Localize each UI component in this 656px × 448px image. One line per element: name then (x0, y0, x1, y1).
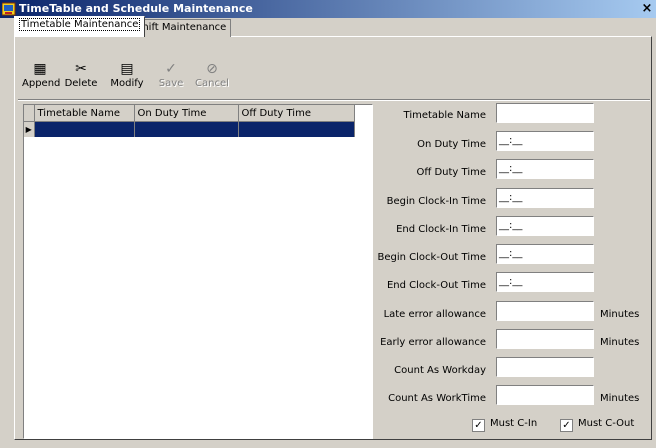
window-title: TimeTable and Schedule Maintenance (19, 2, 253, 15)
must-cout-label: Must C-Out (578, 418, 635, 429)
append-label: Append (22, 78, 61, 89)
must-cin-label: Must C-In (490, 418, 538, 429)
end-clock-in-field[interactable]: __:__ (496, 216, 594, 236)
label-begin-clock-out: Begin Clock-Out Time (377, 252, 487, 263)
save-checkmark-icon: ✓ (165, 61, 177, 77)
tab-label: Shift Maintenance (136, 22, 227, 33)
units-early-allowance: Minutes (600, 337, 640, 348)
grid-header-row: Timetable Name On Duty Time Off Duty Tim… (24, 105, 355, 122)
units-count-worktime: Minutes (600, 393, 640, 404)
late-allowance-input[interactable] (499, 302, 593, 320)
cell-off-duty-time[interactable] (238, 121, 355, 137)
tab-label: Timetable Maintenance (19, 18, 141, 31)
off-duty-time-field[interactable]: __:__ (496, 159, 594, 179)
count-workday-input[interactable] (499, 358, 593, 376)
column-header-timetable-name[interactable]: Timetable Name (34, 105, 135, 122)
units-late-allowance: Minutes (600, 309, 640, 320)
late-allowance-field[interactable] (496, 301, 594, 321)
tab-shift-maintenance[interactable]: Shift Maintenance (131, 19, 232, 37)
label-early-allowance: Early error allowance (380, 337, 486, 348)
label-end-clock-out: End Clock-Out Time (386, 280, 486, 291)
cell-timetable-name[interactable] (34, 121, 135, 137)
tab-timetable-maintenance[interactable]: Timetable Maintenance (14, 16, 146, 37)
cancel-button[interactable]: ⊘ Cancel (194, 60, 230, 96)
append-icon: ▦ (33, 61, 47, 77)
delete-label: Delete (64, 78, 98, 89)
timetable-grid[interactable]: Timetable Name On Duty Time Off Duty Tim… (23, 104, 373, 439)
label-count-worktime: Count As WorkTime (388, 393, 486, 404)
end-clock-out-field[interactable]: __:__ (496, 272, 594, 292)
cancel-label: Cancel (195, 78, 229, 89)
modify-label: Modify (110, 78, 144, 89)
checkbox-check-icon[interactable]: ✓ (472, 419, 485, 432)
label-off-duty-time: Off Duty Time (416, 167, 486, 178)
row-indicator-icon: ▶ (24, 121, 35, 137)
delete-button[interactable]: ✂ Delete (63, 60, 99, 96)
cancel-icon: ⊘ (206, 61, 218, 77)
early-allowance-field[interactable] (496, 329, 594, 349)
timetable-name-input[interactable] (499, 104, 593, 122)
close-icon[interactable]: × (639, 1, 655, 16)
count-worktime-field[interactable] (496, 385, 594, 405)
label-end-clock-in: End Clock-In Time (396, 224, 486, 235)
checkbox-check-icon[interactable]: ✓ (560, 419, 573, 432)
label-begin-clock-in: Begin Clock-In Time (386, 196, 486, 207)
label-timetable-name: Timetable Name (403, 110, 486, 121)
begin-clock-out-field[interactable]: __:__ (496, 244, 594, 264)
grid-corner (24, 105, 35, 122)
begin-clock-in-field[interactable]: __:__ (496, 188, 594, 208)
label-late-allowance: Late error allowance (383, 309, 486, 320)
cell-on-duty-time[interactable] (134, 121, 239, 137)
toolbar-divider (18, 99, 650, 101)
save-label: Save (158, 78, 184, 89)
on-duty-time-field[interactable]: __:__ (496, 131, 594, 151)
column-header-on-duty-time[interactable]: On Duty Time (134, 105, 239, 122)
toolbar: ▦ Append ✂ Delete ▤ Modify ✓ Save ⊘ Canc… (18, 56, 650, 98)
label-count-workday: Count As Workday (394, 365, 486, 376)
label-on-duty-time: On Duty Time (417, 139, 486, 150)
delete-icon: ✂ (75, 61, 87, 77)
early-allowance-input[interactable] (499, 330, 593, 348)
app-icon (2, 2, 16, 16)
count-worktime-input[interactable] (499, 386, 593, 404)
append-button[interactable]: ▦ Append (22, 60, 61, 96)
modify-icon: ▤ (120, 61, 134, 77)
table-row[interactable]: ▶ (24, 121, 355, 137)
timetable-name-field[interactable] (496, 103, 594, 123)
count-workday-field[interactable] (496, 357, 594, 377)
modify-button[interactable]: ▤ Modify (109, 60, 145, 96)
save-button[interactable]: ✓ Save (156, 60, 186, 96)
must-cout-checkbox[interactable]: ✓ Must C-Out (560, 418, 634, 432)
must-cin-checkbox[interactable]: ✓ Must C-In (472, 418, 537, 432)
